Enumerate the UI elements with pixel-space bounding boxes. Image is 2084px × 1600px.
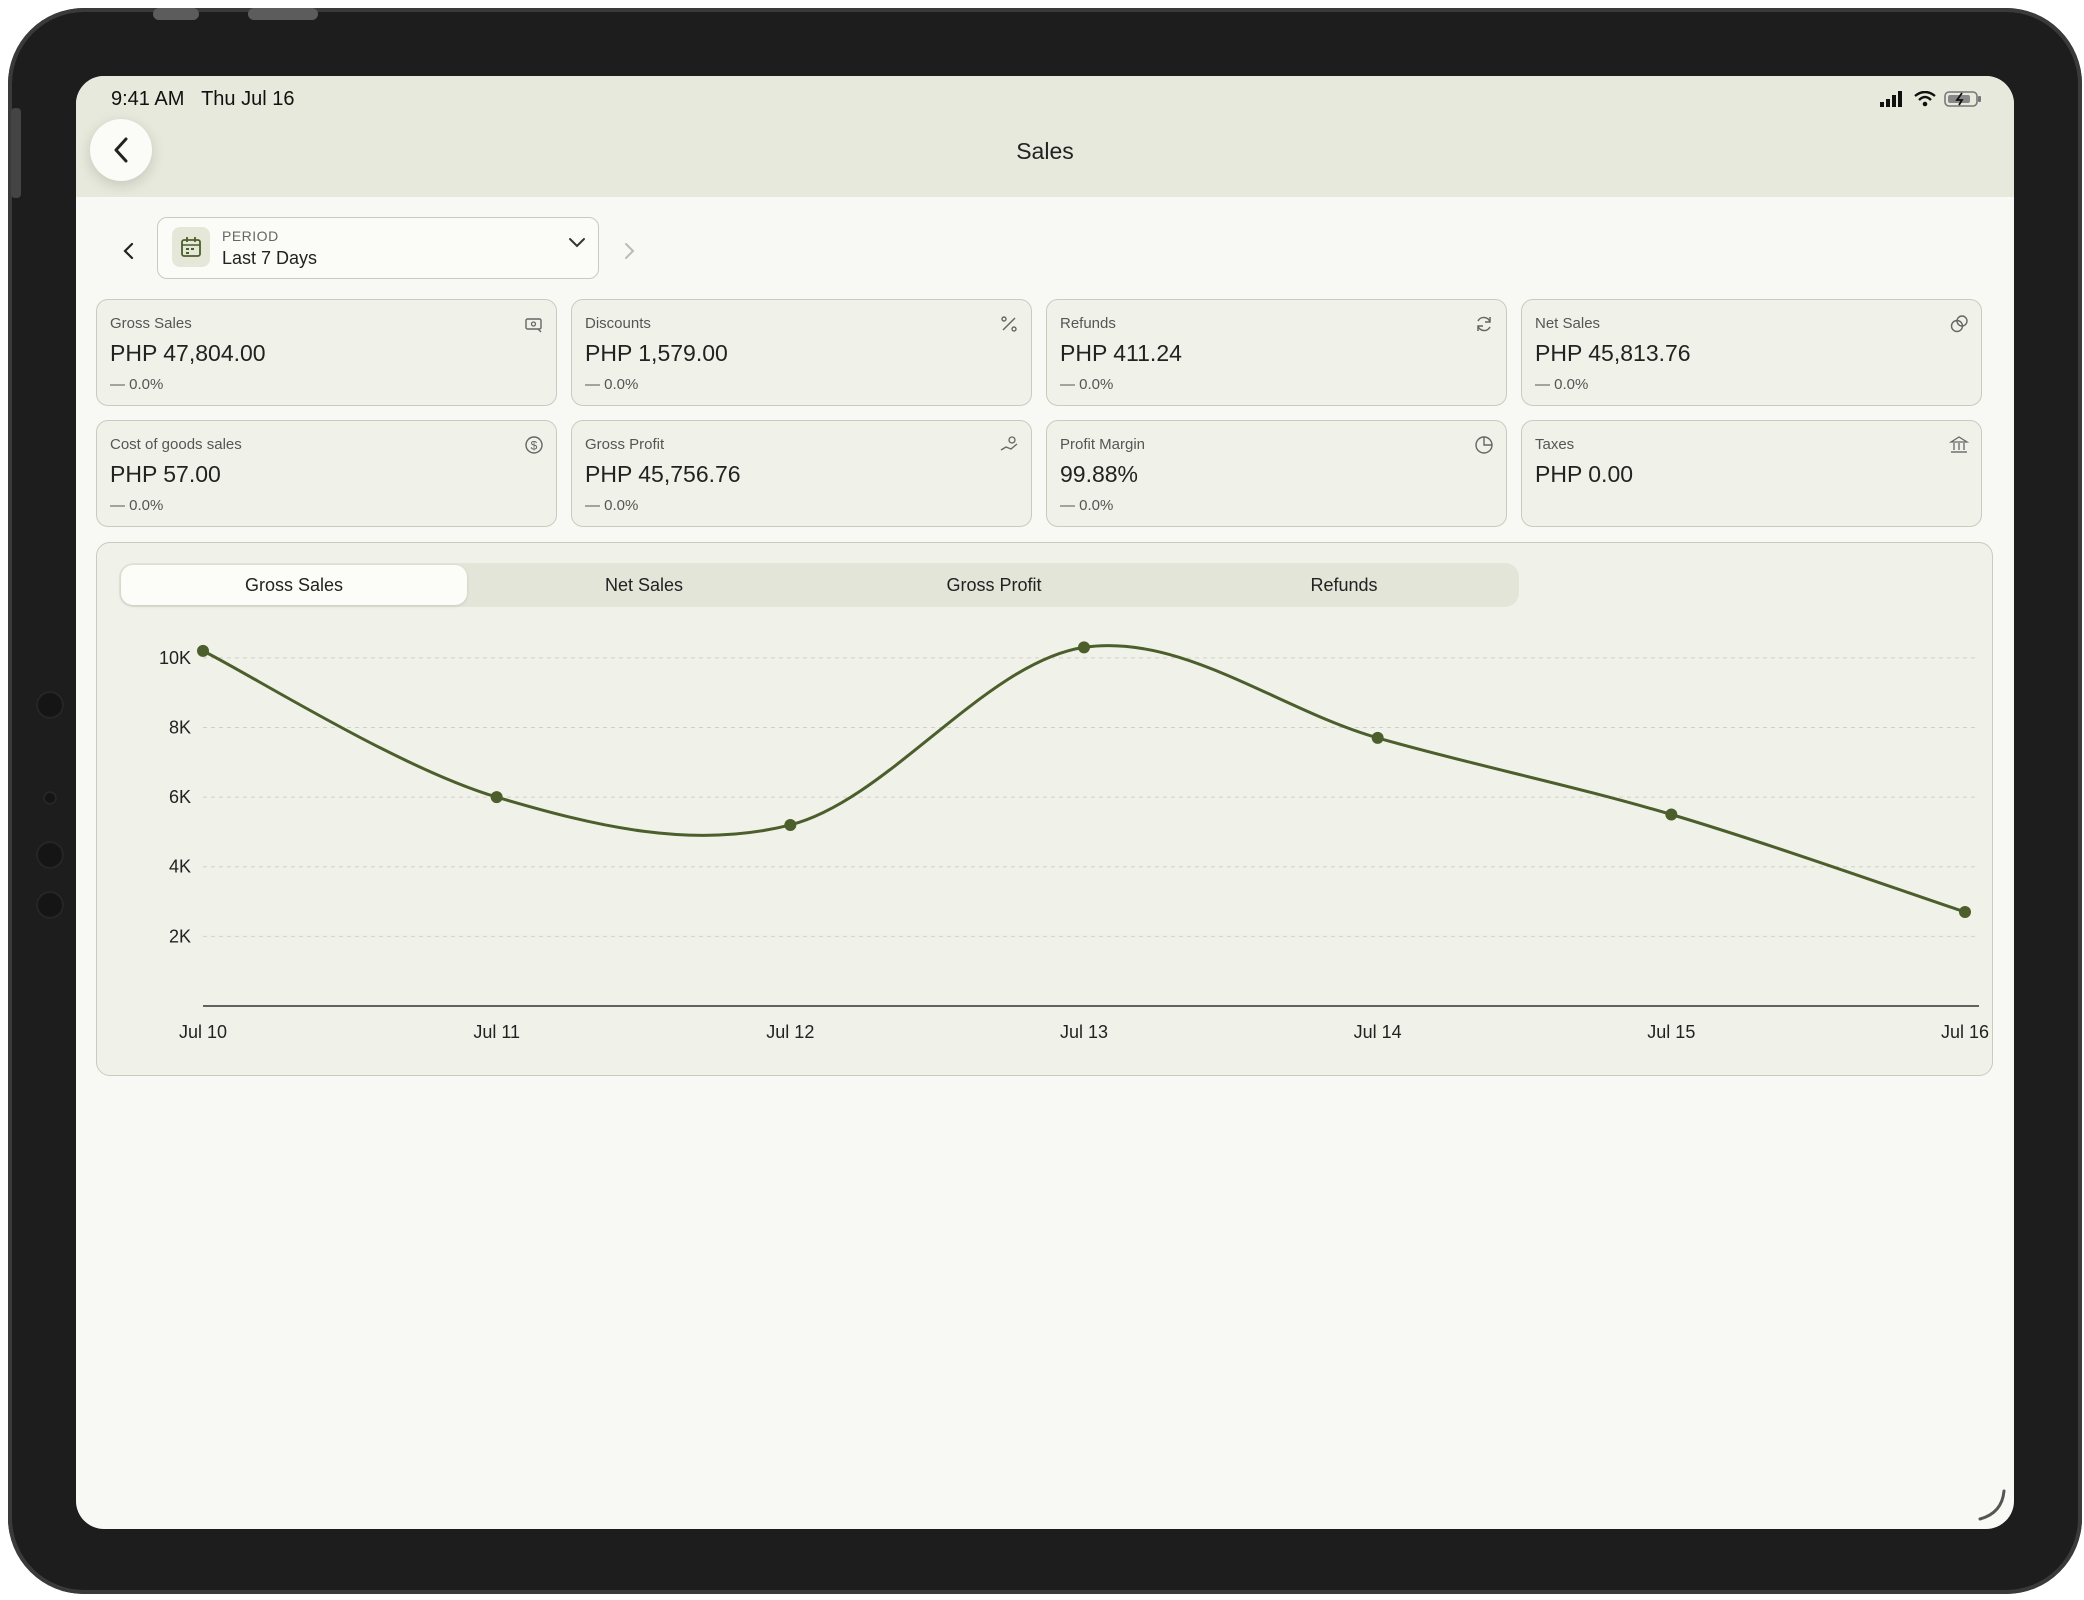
header-bar: 9:41 AM Thu Jul 16 Sales — [76, 76, 2014, 197]
card-value: PHP 45,813.76 — [1535, 340, 1691, 366]
net-sales-card[interactable]: Net Sales PHP 45,813.76 — 0.0% — [1521, 299, 1982, 406]
resize-corner-icon — [1978, 1489, 2006, 1521]
status-date: Thu Jul 16 — [201, 88, 295, 110]
card-value: PHP 1,579.00 — [585, 340, 728, 366]
sensor-dot — [36, 841, 64, 869]
volume-button-top — [153, 8, 199, 20]
x-tick-label: Jul 10 — [179, 1022, 227, 1042]
period-selector[interactable]: PERIOD Last 7 Days — [157, 217, 599, 279]
data-point[interactable] — [1371, 731, 1384, 744]
x-tick-label: Jul 11 — [473, 1022, 520, 1042]
data-point[interactable] — [1959, 905, 1971, 918]
period-value: Last 7 Days — [222, 248, 318, 268]
calendar-icon — [172, 227, 210, 267]
card-change: — 0.0% — [1060, 376, 1114, 393]
card-label: Profit Margin — [1060, 436, 1146, 453]
money-hand-icon — [1000, 436, 1018, 451]
sensor-dot — [36, 691, 64, 719]
series-line — [202, 644, 1966, 914]
card-change: — 0.0% — [585, 376, 639, 393]
y-tick-label: 8K — [169, 717, 191, 737]
card-value: PHP 411.24 — [1060, 340, 1182, 366]
gross-profit-card[interactable]: Gross Profit PHP 45,756.76 — 0.0% — [571, 420, 1032, 527]
cash-register-icon — [525, 318, 542, 333]
card-change: — 0.0% — [1060, 497, 1114, 514]
card-label: Cost of goods sales — [110, 436, 242, 453]
side-button — [11, 108, 21, 198]
pie-chart-icon — [1475, 436, 1493, 454]
period-label: PERIOD — [222, 228, 279, 244]
data-point[interactable] — [1078, 641, 1090, 654]
calendar-glyph — [181, 237, 201, 257]
card-change: — 0.0% — [585, 497, 639, 514]
taxes-card[interactable]: Taxes PHP 0.00 — [1521, 420, 1982, 527]
status-clock: 9:41 AM — [111, 88, 185, 110]
data-point[interactable] — [197, 644, 209, 657]
x-tick-label: Jul 16 — [1941, 1022, 1989, 1042]
x-tick-label: Jul 15 — [1647, 1022, 1695, 1042]
card-value: PHP 47,804.00 — [110, 340, 266, 366]
chevron-right-icon — [625, 243, 635, 259]
camera-icon — [43, 791, 57, 805]
y-tick-label: 6K — [169, 787, 191, 807]
card-label: Net Sales — [1535, 315, 1601, 332]
svg-text:$: $ — [531, 439, 538, 453]
app-screen: 9:41 AM Thu Jul 16 Sales PERIOD Last 7 D… — [76, 76, 2014, 1529]
chevron-left-icon — [123, 242, 134, 260]
card-value: 99.88% — [1060, 461, 1139, 487]
x-tick-label: Jul 13 — [1060, 1022, 1108, 1042]
chevron-down-icon — [569, 238, 585, 248]
y-tick-label: 4K — [169, 857, 191, 877]
status-time: 9:41 AM Thu Jul 16 — [111, 88, 294, 111]
battery-icon — [1944, 91, 1981, 107]
refresh-icon — [1477, 316, 1491, 332]
percent-icon — [1001, 316, 1017, 332]
line-chart: 2K 4K 6K 8K 10K Jul 10 Jul 11 Jul 12 Jul 13 Jul 1… — [159, 641, 1989, 1042]
signal-icon — [1880, 91, 1902, 107]
power-button-top — [248, 8, 318, 20]
discounts-card[interactable]: Discounts PHP 1,579.00 — 0.0% — [571, 299, 1032, 406]
card-value: PHP 45,756.76 — [585, 461, 741, 487]
period-prev-button[interactable] — [114, 236, 144, 266]
bank-icon — [1949, 436, 1969, 453]
y-tick-label: 10K — [159, 648, 191, 668]
card-label: Discounts — [585, 315, 651, 332]
sensor-dot — [36, 891, 64, 919]
page-title: Sales — [1016, 138, 1074, 164]
card-change: — 0.0% — [110, 497, 164, 514]
data-point[interactable] — [784, 818, 797, 831]
card-label: Gross Profit — [585, 436, 665, 453]
card-label: Gross Sales — [110, 315, 192, 332]
x-tick-label: Jul 14 — [1354, 1022, 1402, 1042]
profit-margin-card[interactable]: Profit Margin 99.88% — 0.0% — [1046, 420, 1507, 527]
cogs-card[interactable]: Cost of goods sales PHP 57.00 — 0.0% $ — [96, 420, 557, 527]
card-label: Taxes — [1535, 436, 1575, 453]
y-tick-label: 2K — [169, 926, 191, 946]
data-point[interactable] — [490, 791, 503, 804]
gross-sales-card[interactable]: Gross Sales PHP 47,804.00 — 0.0% — [96, 299, 557, 406]
card-change: — 0.0% — [1535, 376, 1589, 393]
card-label: Refunds — [1060, 315, 1116, 332]
period-next-button[interactable] — [614, 236, 644, 266]
sales-chart-panel: Gross Sales Net Sales Gross Profit Refun… — [96, 542, 1993, 1076]
card-value: PHP 57.00 — [110, 461, 221, 487]
status-icons — [1880, 90, 1982, 108]
wifi-icon — [1914, 91, 1936, 107]
refunds-card[interactable]: Refunds PHP 411.24 — 0.0% — [1046, 299, 1507, 406]
coins-icon — [1950, 315, 1968, 333]
card-change: — 0.0% — [110, 376, 164, 393]
x-tick-label: Jul 12 — [766, 1022, 814, 1042]
card-value: PHP 0.00 — [1535, 461, 1634, 487]
data-point[interactable] — [1665, 808, 1678, 821]
dollar-circle-icon: $ — [525, 436, 543, 454]
